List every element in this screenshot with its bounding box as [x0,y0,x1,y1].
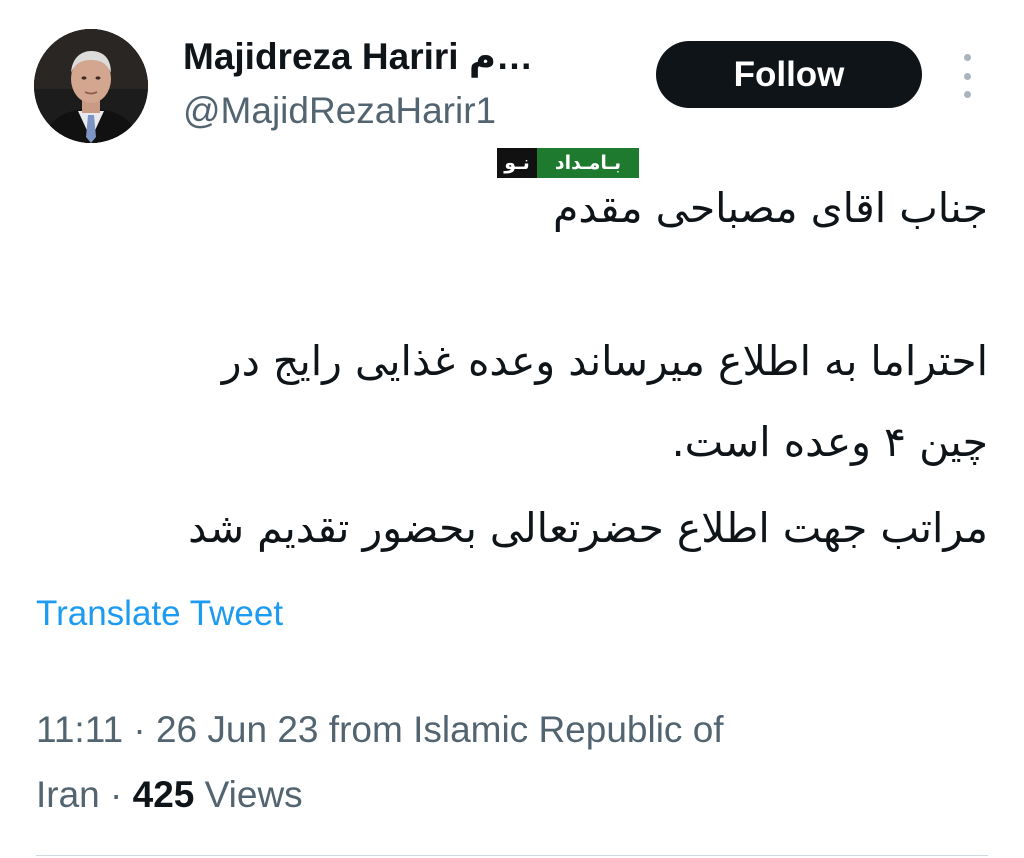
avatar[interactable] [34,29,148,143]
tweet-text-line: مراتب جهت اطلاع حضرتعالی بحضور تقدیم شد [188,504,988,552]
tweet-timestamp-line[interactable]: 11:11 · 26 Jun 23 from Islamic Republic … [36,707,724,753]
dot-icon [963,72,971,80]
more-vertical-icon[interactable] [952,54,982,98]
views-label: Views [194,774,303,815]
watermark-logo: نـو بـامـداد [497,148,639,178]
watermark-green-part: بـامـداد [537,148,639,178]
translate-tweet-link[interactable]: Translate Tweet [36,592,283,636]
dot-icon [963,54,971,61]
tweet-text-line: چین ۴ وعده است. [671,418,988,466]
tweet-views-line: Iran · 425 Views [36,772,303,818]
divider [36,855,988,856]
display-name[interactable]: Majidreza Hariri م… [183,34,613,80]
tweet-text-line: احتراما به اطلاع میرساند وعده غذایی رایج… [221,337,988,385]
follow-button[interactable]: Follow [656,41,922,108]
location-tail: Iran · [36,774,133,815]
user-handle[interactable]: @MajidRezaHarir1 [183,88,496,134]
watermark-dark-part: نـو [497,148,537,178]
dot-icon [963,91,971,98]
tweet-text-line: جناب اقای مصباحی مقدم [553,184,988,232]
profile-photo [34,29,148,143]
views-count[interactable]: 425 [133,774,195,815]
